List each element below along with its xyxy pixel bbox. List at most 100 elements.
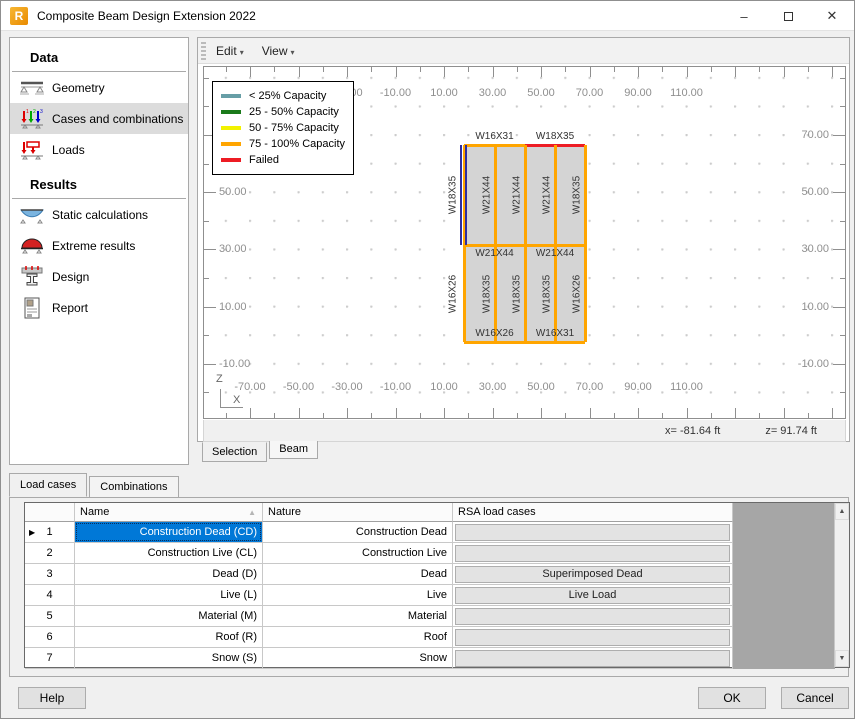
name-cell[interactable]: Material (M) <box>75 606 263 627</box>
drawing-canvas[interactable]: < 25% Capacity25 - 50% Capacity50 - 75% … <box>203 66 846 419</box>
table-row[interactable]: 6Roof (R)Roof <box>25 627 849 648</box>
right-ruler-tick <box>840 78 845 79</box>
beam-section-label: W16X31 <box>536 328 574 339</box>
sidebar-item-static-calculations[interactable]: Static calculations <box>10 199 188 230</box>
sidebar-item-label: Static calculations <box>52 208 148 222</box>
table-row[interactable]: 3Dead (D)DeadSuperimposed Dead <box>25 564 849 585</box>
scroll-up-button[interactable]: ▲ <box>835 503 849 520</box>
menu-view[interactable]: View▾ <box>252 40 303 62</box>
sidebar-item-label: Geometry <box>52 81 105 95</box>
name-cell[interactable]: Roof (R) <box>75 627 263 648</box>
beam-section-label: W16X31 <box>475 131 513 142</box>
maximize-button[interactable] <box>766 1 810 31</box>
row-header-cell[interactable]: 2 <box>25 543 75 564</box>
nature-cell[interactable]: Dead <box>263 564 453 585</box>
table-scrollbar[interactable]: ▲▼ <box>834 503 849 667</box>
name-cell[interactable]: Snow (S) <box>75 648 263 669</box>
sidebar-item-loads[interactable]: Loads <box>10 134 188 165</box>
tab-beam[interactable]: Beam <box>269 441 318 459</box>
beam-line[interactable] <box>463 245 466 342</box>
beam-line-selected[interactable] <box>460 145 467 245</box>
ok-button[interactable]: OK <box>698 687 766 709</box>
nature-cell[interactable]: Construction Live <box>263 543 453 564</box>
right-ruler-tick <box>833 135 845 136</box>
sidebar-item-extreme-results[interactable]: Extreme results <box>10 230 188 261</box>
left-ruler-tick <box>204 364 216 365</box>
row-header-cell[interactable]: 4 <box>25 585 75 606</box>
tab-load-cases[interactable]: Load cases <box>9 473 87 497</box>
row-header-cell[interactable]: 1▶ <box>25 522 75 543</box>
nature-cell[interactable]: Roof <box>263 627 453 648</box>
nature-cell[interactable]: Live <box>263 585 453 606</box>
rsa-cell <box>453 648 733 669</box>
row-header-cell[interactable]: 3 <box>25 564 75 585</box>
beam-line[interactable] <box>524 245 527 342</box>
sidebar-item-label: Design <box>52 270 89 284</box>
beam-section-label: W16X26 <box>475 328 513 339</box>
right-ruler-tick <box>833 192 845 193</box>
cancel-button[interactable]: Cancel <box>781 687 849 709</box>
sidebar-item-report[interactable]: Report <box>10 292 188 323</box>
menu-edit[interactable]: Edit▾ <box>206 40 252 62</box>
column-header-name[interactable]: Name▲ <box>75 503 263 522</box>
table-row[interactable]: 1▶Construction Dead (CD)Construction Dea… <box>25 522 849 543</box>
help-button[interactable]: Help <box>18 687 86 709</box>
row-header-cell[interactable]: 5 <box>25 606 75 627</box>
top-ruler-tick <box>759 67 760 72</box>
close-button[interactable]: ✕ <box>810 1 854 31</box>
rsa-load-case-button[interactable] <box>455 650 730 667</box>
viewport-menubar: Edit▾ View▾ <box>198 38 849 64</box>
table-row[interactable]: 5Material (M)Material <box>25 606 849 627</box>
bottom-ruler-tick <box>371 413 372 418</box>
scroll-down-button[interactable]: ▼ <box>835 650 849 667</box>
legend-entry: Failed <box>221 152 353 168</box>
sidebar-item-cases-and-combinations[interactable]: 123 Cases and combinations <box>10 103 188 134</box>
bottom-axis-tick-label: 30.00 <box>479 381 507 393</box>
table-row[interactable]: 4Live (L)LiveLive Load <box>25 585 849 606</box>
rsa-load-case-button[interactable] <box>455 524 730 541</box>
column-header-rsa-load-cases[interactable]: RSA load cases <box>453 503 733 522</box>
beam-line[interactable] <box>524 145 527 245</box>
minimize-button[interactable]: – <box>722 1 766 31</box>
rsa-load-case-button[interactable]: Superimposed Dead <box>455 566 730 583</box>
right-ruler-tick <box>840 164 845 165</box>
sidebar-item-geometry[interactable]: Geometry <box>10 72 188 103</box>
beam-line[interactable] <box>494 145 497 245</box>
bottom-ruler-tick <box>662 413 663 418</box>
tab-combinations[interactable]: Combinations <box>89 476 178 497</box>
legend-entry-label: < 25% Capacity <box>249 90 326 102</box>
row-header-cell[interactable]: 7 <box>25 648 75 669</box>
nature-cell[interactable]: Snow <box>263 648 453 669</box>
left-ruler-tick <box>204 106 209 107</box>
nature-cell[interactable]: Material <box>263 606 453 627</box>
rsa-load-case-button[interactable]: Live Load <box>455 587 730 604</box>
name-cell[interactable]: Construction Live (CL) <box>75 543 263 564</box>
top-ruler-tick <box>299 67 300 77</box>
beam-section-label: W21X44 <box>536 248 574 259</box>
beam-line[interactable] <box>554 145 557 245</box>
column-header-nature[interactable]: Nature <box>263 503 453 522</box>
name-cell[interactable]: Dead (D) <box>75 564 263 585</box>
right-axis-tick-label: -10.00 <box>798 358 829 370</box>
sidebar-item-design[interactable]: Design <box>10 261 188 292</box>
nature-cell[interactable]: Construction Dead <box>263 522 453 543</box>
table-filler <box>733 503 835 522</box>
rsa-cell <box>453 627 733 648</box>
tab-selection[interactable]: Selection <box>202 442 267 462</box>
beam-line[interactable] <box>584 245 587 342</box>
row-header-cell[interactable]: 6 <box>25 627 75 648</box>
name-cell[interactable]: Live (L) <box>75 585 263 606</box>
table-row[interactable]: 2Construction Live (CL)Construction Live <box>25 543 849 564</box>
table-row[interactable]: 7Snow (S)Snow <box>25 648 849 669</box>
extreme-results-icon <box>16 234 48 258</box>
beam-line[interactable] <box>584 145 587 245</box>
left-ruler-tick <box>204 192 216 193</box>
rsa-load-case-button[interactable] <box>455 545 730 562</box>
bottom-ruler-tick <box>638 408 639 418</box>
rsa-load-case-button[interactable] <box>455 608 730 625</box>
name-cell[interactable]: Construction Dead (CD) <box>75 522 263 543</box>
cases-combinations-icon: 123 <box>16 107 48 131</box>
rsa-load-case-button[interactable] <box>455 629 730 646</box>
right-ruler-tick <box>840 392 845 393</box>
right-ruler-tick <box>840 278 845 279</box>
